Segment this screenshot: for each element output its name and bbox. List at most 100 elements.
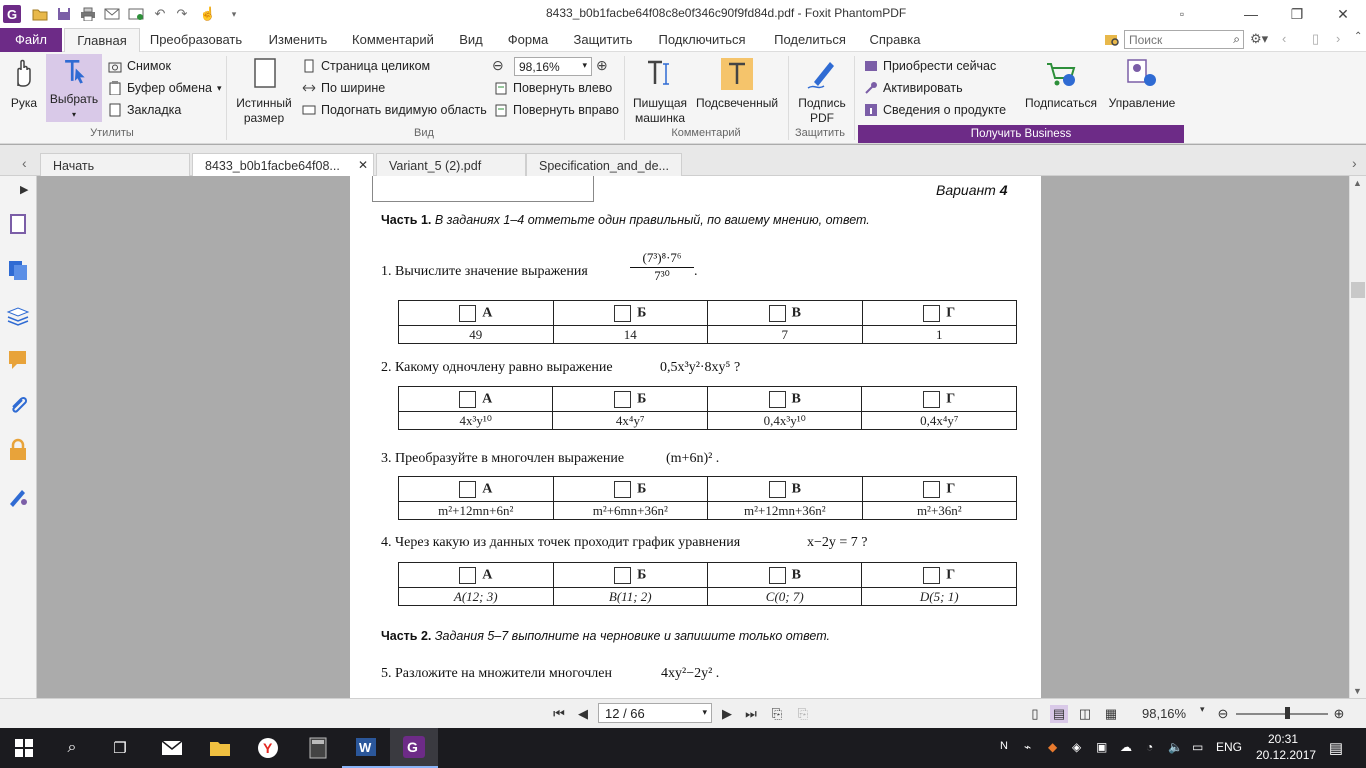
maximize-button[interactable]: ❐ [1274,0,1320,28]
q2-option-g[interactable]: Г [861,386,1017,412]
minimize-button[interactable]: — [1228,0,1274,28]
tab-connect[interactable]: Подключиться [652,28,752,52]
q2-option-v[interactable]: В [706,386,863,412]
tab-list-icon[interactable]: ‹ [22,155,27,171]
tray-app-icon[interactable]: N [1000,740,1008,752]
q1-option-a[interactable]: А [398,300,554,326]
zoom-out-icon[interactable]: ⊖ [492,57,512,75]
hand-tool-quick-icon[interactable]: ☝ [198,4,218,24]
q4-option-v[interactable]: В [706,562,863,588]
zoom-slider-track[interactable] [1236,713,1328,715]
zoom-slider-thumb[interactable] [1284,707,1290,719]
checkbox[interactable] [923,566,941,584]
vertical-scrollbar[interactable] [1349,176,1366,698]
actual-size-button[interactable]: Истинный размер [232,56,296,126]
facing-pages-icon[interactable]: ◫ [1076,705,1094,723]
collapse-ribbon-icon[interactable]: ⌃ [1354,31,1362,42]
tab-edit[interactable]: Изменить [262,28,334,52]
zoom-in-icon[interactable]: ⊕ [596,57,616,75]
tab-share[interactable]: Поделиться [766,28,854,52]
tab-help[interactable]: Справка [864,28,926,52]
file-explorer-icon[interactable] [196,728,244,768]
save-icon[interactable] [54,4,74,24]
clock[interactable]: 20:31 20.12.2017 [1256,731,1316,763]
product-info-button[interactable]: Сведения о продукте [864,100,1006,120]
page-combo-dropdown-icon[interactable]: ▾ [702,707,707,718]
tab-file[interactable]: Файл [0,28,62,52]
calculator-icon[interactable] [294,728,342,768]
checkbox[interactable] [459,566,477,584]
customize-quick-access-icon[interactable]: ▾ [224,4,244,24]
checkbox[interactable] [923,480,941,498]
q4-option-a[interactable]: А [398,562,554,588]
q4-option-b[interactable]: Б [552,562,708,588]
q2-option-b[interactable]: Б [552,386,708,412]
ribbon-options-icon[interactable]: ▫ [1170,0,1194,28]
manage-button[interactable]: Управление [1104,56,1180,111]
layers-icon[interactable] [6,304,30,328]
checkbox[interactable] [923,390,941,408]
signatures-icon[interactable] [6,484,30,508]
continuous-page-icon[interactable]: ▤ [1050,705,1068,723]
undo-icon[interactable]: ↶ [150,4,170,24]
doc-tab-specification[interactable]: Specification_and_de... [526,153,682,177]
checkbox[interactable] [459,304,477,322]
fit-page-button[interactable]: Страница целиком [302,56,430,76]
sign-pdf-button[interactable]: Подпись PDF [794,56,850,126]
wifi-icon[interactable]: ◔ [1146,740,1153,754]
zoom-combo-dropdown-icon[interactable]: ▾ [582,60,587,71]
security-lock-icon[interactable] [6,438,30,462]
q1-option-b[interactable]: Б [552,300,708,326]
mail-app-icon[interactable] [148,728,196,768]
q3-option-a[interactable]: А [398,476,554,502]
search-taskbar-icon[interactable]: ⌕ [48,728,96,768]
email-send-icon[interactable] [126,4,146,24]
activate-button[interactable]: Активировать [864,78,963,98]
email-icon[interactable] [102,4,122,24]
doc-tab-start[interactable]: Начать [40,153,190,177]
foxit-taskbar-icon[interactable]: G [390,728,438,768]
attachments-icon[interactable] [6,394,30,418]
q1-option-g[interactable]: Г [861,300,1017,326]
tray-shield-icon[interactable]: ◈ [1072,740,1081,754]
typewriter-button[interactable]: Пишущая машинка [630,56,690,126]
zoom-in-status-icon[interactable]: ⊕ [1330,705,1348,723]
q3-option-b[interactable]: Б [552,476,709,502]
next-view-icon[interactable]: ⎘ [794,705,812,723]
zoom-menu-dropdown-icon[interactable]: ▾ [1200,704,1205,715]
onedrive-icon[interactable]: ☁ [1120,740,1132,754]
open-icon[interactable] [30,4,50,24]
foxit-logo-icon[interactable]: G [2,4,22,24]
checkbox[interactable] [768,480,786,498]
fit-visible-button[interactable]: Подогнать видимую область [302,100,487,120]
task-view-icon[interactable]: ❐ [96,728,144,768]
q2-option-a[interactable]: А [397,386,554,412]
start-button[interactable] [0,728,48,768]
last-page-icon[interactable]: ⏭ [742,705,760,723]
next-page-icon[interactable]: ▶ [718,705,736,723]
word-app-icon[interactable]: W [342,728,390,768]
tab-view[interactable]: Вид [452,28,490,52]
tray-fox-icon[interactable]: ◆ [1048,740,1057,754]
notifications-tray-icon[interactable]: ▭ [1192,740,1203,754]
buy-now-button[interactable]: Приобрести сейчас [864,56,996,76]
language-indicator[interactable]: ENG [1216,740,1242,754]
close-tab-icon[interactable]: ✕ [358,158,368,172]
nav-page-icon[interactable]: ▯ [1312,31,1319,47]
q3-option-g[interactable]: Г [861,476,1018,502]
checkbox[interactable] [768,390,786,408]
subscribe-button[interactable]: Подписаться [1020,56,1102,111]
print-icon[interactable] [78,4,98,24]
fit-width-button[interactable]: По ширине [302,78,385,98]
checkbox[interactable] [614,566,632,584]
tab-comment[interactable]: Комментарий [346,28,440,52]
first-page-icon[interactable]: ⏮ [550,705,568,723]
single-page-icon[interactable]: ▯ [1026,705,1044,723]
page-number-combo[interactable]: 12 / 66 ▾ [598,703,712,723]
checkbox[interactable] [614,390,632,408]
checkbox[interactable] [614,480,632,498]
zoom-combo[interactable]: 98,16% ▾ [514,57,592,76]
checkbox[interactable] [614,304,632,322]
redo-icon[interactable]: ↷ [172,4,192,24]
page-thumbnails-icon[interactable] [6,212,30,236]
